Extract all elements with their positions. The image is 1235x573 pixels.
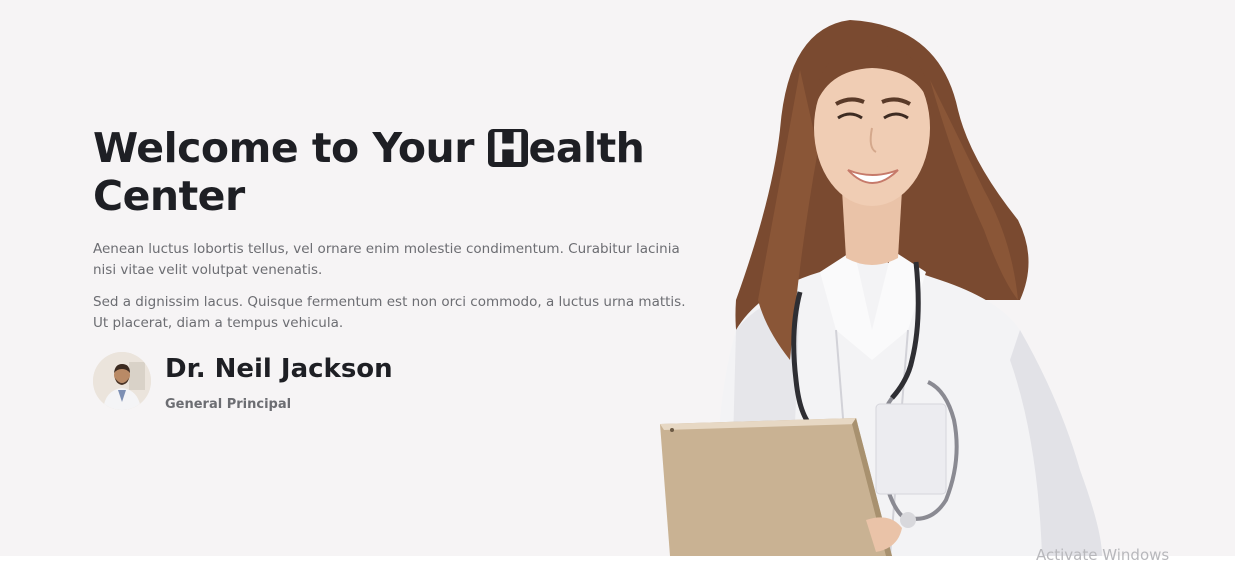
title-line2: Center xyxy=(93,172,245,220)
doctor-photo xyxy=(660,20,1102,556)
hero-section: Welcome to Your Health Center Aenean luct… xyxy=(0,0,1235,556)
author-role: General Principal xyxy=(165,397,292,412)
intro-paragraph-2: Sed a dignissim lacus. Quisque fermentum… xyxy=(93,294,686,331)
intro-paragraph-1: Aenean luctus lobortis tellus, vel ornar… xyxy=(93,241,680,278)
title-suffix: ealth xyxy=(528,124,645,172)
avatar xyxy=(93,352,151,410)
hero-title: Welcome to Your Health Center xyxy=(93,124,645,220)
author-name: Dr. Neil Jackson xyxy=(165,354,393,384)
title-highlight-letter: H xyxy=(487,128,528,169)
title-prefix: Welcome to Your xyxy=(93,124,488,172)
activate-windows-watermark: Activate Windows xyxy=(1036,546,1170,564)
